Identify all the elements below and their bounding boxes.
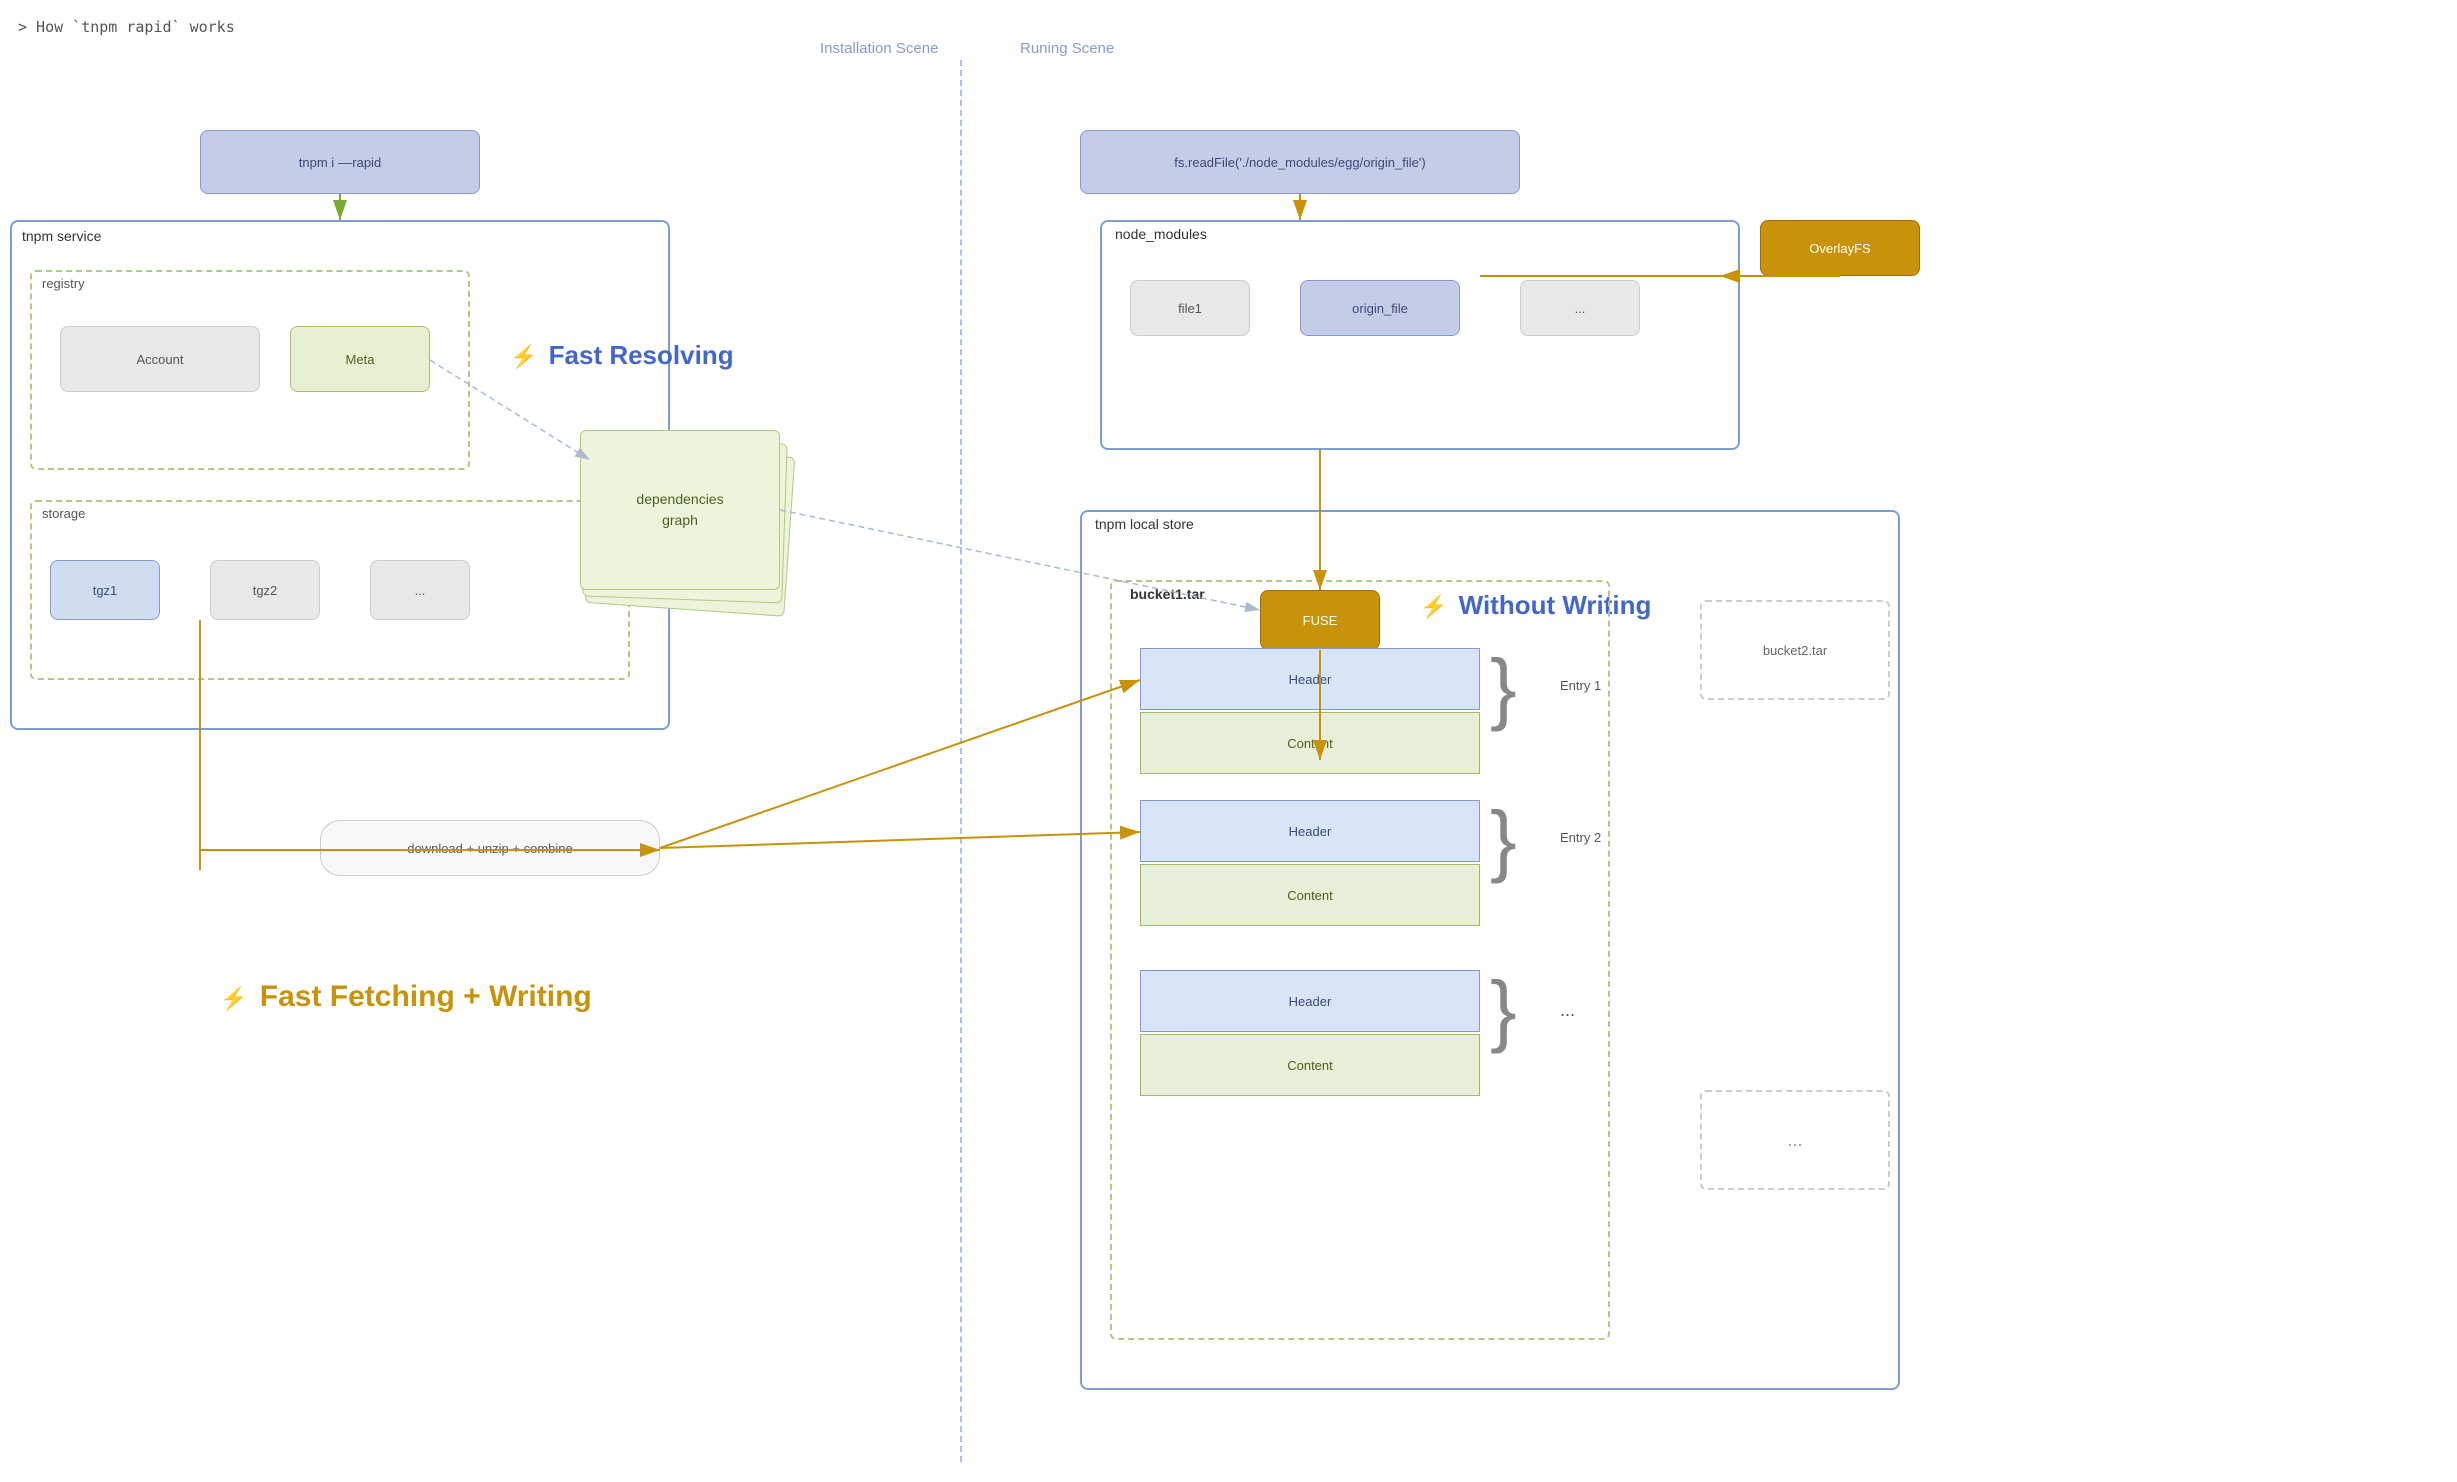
registry-label: registry — [42, 276, 85, 291]
deps-graph-container: dependenciesgraph — [580, 430, 820, 630]
bucket2-label: bucket2.tar — [1763, 643, 1827, 658]
scene-divider — [960, 60, 962, 1462]
storage-label: storage — [42, 506, 85, 521]
bucket1-label: bucket1.tar — [1130, 586, 1205, 602]
bolt-icon-1: ⚡ — [510, 344, 537, 369]
entry2-label: Entry 2 — [1560, 830, 1601, 845]
entry1-brace: } — [1490, 648, 1517, 728]
overlayfs-button[interactable]: OverlayFS — [1760, 220, 1920, 276]
page-title: > How `tnpm rapid` works — [18, 18, 235, 36]
origin-file-button[interactable]: origin_file — [1300, 280, 1460, 336]
tgz1-button[interactable]: tgz1 — [50, 560, 160, 620]
tnpm-cmd-button[interactable]: tnpm i ––rapid — [200, 130, 480, 194]
bottom-right-box: ... — [1700, 1090, 1890, 1190]
entry1-header: Header — [1140, 648, 1480, 710]
entry2-header: Header — [1140, 800, 1480, 862]
entry1-label: Entry 1 — [1560, 678, 1601, 693]
entry3-label: ... — [1560, 1000, 1575, 1021]
entry1-content: Content — [1140, 712, 1480, 774]
running-scene-label: Runing Scene — [1020, 40, 1114, 57]
meta-button[interactable]: Meta — [290, 326, 430, 392]
node-modules-label: node_modules — [1115, 226, 1207, 242]
entry3-content: Content — [1140, 1034, 1480, 1096]
tgz-dots-button[interactable]: ... — [370, 560, 470, 620]
nm-dots-button[interactable]: ... — [1520, 280, 1640, 336]
tnpm-service-label: tnpm service — [22, 228, 101, 244]
account-button[interactable]: Account — [60, 326, 260, 392]
file1-button[interactable]: file1 — [1130, 280, 1250, 336]
download-label: download + unzip + combine — [320, 820, 660, 876]
fast-resolving-label: ⚡ Fast Resolving — [510, 340, 734, 371]
bolt-icon-3: ⚡ — [220, 986, 247, 1011]
fast-fetching-label: ⚡ Fast Fetching + Writing — [220, 980, 592, 1014]
bucket2-box: bucket2.tar — [1700, 600, 1890, 700]
local-store-label: tnpm local store — [1095, 516, 1194, 532]
tgz2-button[interactable]: tgz2 — [210, 560, 320, 620]
installation-scene-label: Installation Scene — [820, 40, 938, 57]
entry3-header: Header — [1140, 970, 1480, 1032]
fs-read-button[interactable]: fs.readFile('./node_modules/egg/origin_f… — [1080, 130, 1520, 194]
entry3-brace: } — [1490, 970, 1517, 1050]
entry2-content: Content — [1140, 864, 1480, 926]
deps-graph-label: dependenciesgraph — [636, 489, 723, 531]
entry2-brace: } — [1490, 800, 1517, 880]
